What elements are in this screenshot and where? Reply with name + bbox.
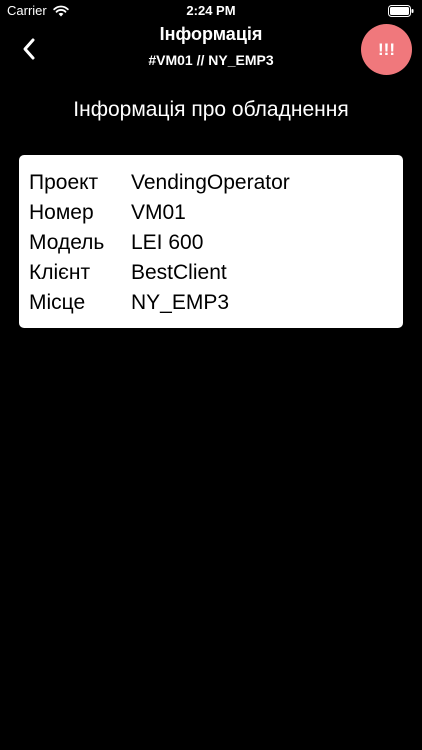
info-value: NY_EMP3 xyxy=(131,291,230,314)
nav-title: Інформація xyxy=(159,24,263,44)
info-label: Модель xyxy=(29,231,105,254)
info-value: VendingOperator xyxy=(131,171,290,194)
info-label: Місце xyxy=(29,291,86,314)
equipment-info-screen: Carrier 2:24 PM Інформація #VM01 // NY_E… xyxy=(0,0,422,750)
info-row-model: Модель LEI 600 xyxy=(29,228,403,258)
equipment-info-card: Проект VendingOperator Номер VM01 Модель… xyxy=(19,155,403,328)
info-label: Номер xyxy=(29,201,94,224)
info-row-number: Номер VM01 xyxy=(29,198,403,228)
battery-icon xyxy=(388,5,414,17)
status-bar: Carrier 2:24 PM xyxy=(0,0,422,22)
nav-subtitle: #VM01 // NY_EMP3 xyxy=(148,52,274,68)
section-heading: Інформація про обладнення xyxy=(73,98,349,121)
info-value: BestClient xyxy=(131,261,227,284)
status-time: 2:24 PM xyxy=(186,3,236,18)
info-row-project: Проект VendingOperator xyxy=(29,168,403,198)
info-label: Проект xyxy=(29,171,99,194)
navigation-bar: Інформація #VM01 // NY_EMP3 !!! xyxy=(0,22,422,78)
alert-button[interactable]: !!! xyxy=(361,24,412,75)
info-label: Клієнт xyxy=(29,261,91,284)
info-value: VM01 xyxy=(131,201,186,224)
info-row-location: Місце NY_EMP3 xyxy=(29,288,403,318)
info-row-client: Клієнт BestClient xyxy=(29,258,403,288)
info-value: LEI 600 xyxy=(131,231,204,254)
